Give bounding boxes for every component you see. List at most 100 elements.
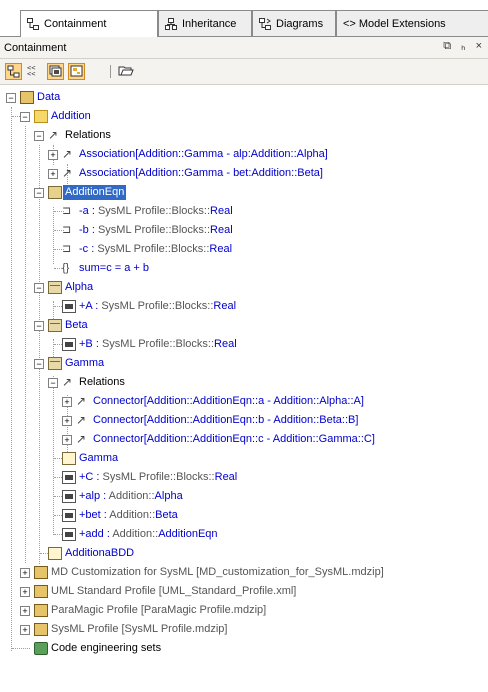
- param-name: -c :: [79, 243, 95, 255]
- expand-icon[interactable]: +: [62, 416, 72, 426]
- tree-row-code-engineering[interactable]: Code engineering sets: [0, 639, 488, 658]
- show-diagrams-button[interactable]: [68, 63, 85, 80]
- tab-model-extensions[interactable]: <> Model Extensions: [336, 10, 488, 36]
- tree-row-constraint-property[interactable]: +add : Addition::AdditionEqn: [0, 525, 488, 544]
- tab-diagrams[interactable]: Diagrams: [252, 10, 336, 36]
- tree-row-property-c[interactable]: +C : SysML Profile::Blocks::Real: [0, 468, 488, 487]
- property-type-path: Addition::: [112, 528, 159, 540]
- expand-icon[interactable]: +: [20, 587, 30, 597]
- tab-inheritance[interactable]: Inheritance: [158, 10, 252, 36]
- tree-row-connector[interactable]: + ↗ Connector[Addition::AdditionEqn::b -…: [0, 411, 488, 430]
- tree-row-beta[interactable]: − Beta: [0, 316, 488, 335]
- close-icon[interactable]: ×: [476, 40, 482, 53]
- tree-row-alpha[interactable]: − Alpha: [0, 278, 488, 297]
- tree-row-param-b[interactable]: ⊐ -b : SysML Profile::Blocks::Real: [0, 221, 488, 240]
- tree-label: Association[Addition::Gamma - alp:Additi…: [79, 148, 328, 160]
- collapse-icon[interactable]: −: [34, 188, 44, 198]
- constraint-parameter-icon: ⊐: [62, 243, 72, 255]
- param-type-path: SysML Profile::Blocks::: [97, 224, 211, 236]
- tree-row-association[interactable]: + ↗ Association[Addition::Gamma - bet:Ad…: [0, 164, 488, 183]
- diagram-icon: [62, 452, 76, 465]
- connector-icon: ↗: [76, 394, 87, 408]
- expand-all-icon: [7, 65, 20, 78]
- tree-label: Connector[Addition::AdditionEqn::a - Add…: [93, 395, 364, 407]
- expand-icon[interactable]: +: [48, 150, 58, 160]
- collapse-icon[interactable]: −: [34, 321, 44, 331]
- tree-label: Relations: [79, 376, 125, 388]
- package-icon: [20, 91, 34, 104]
- expand-all-button[interactable]: [5, 63, 22, 80]
- dots-icon: <<<<: [27, 64, 35, 78]
- tree-row-paramagic[interactable]: + ParaMagic Profile [ParaMagic Profile.m…: [0, 601, 488, 620]
- tree-label: sum=c = a + b: [79, 262, 150, 274]
- block-icon: [48, 319, 62, 332]
- collapse-icon[interactable]: −: [6, 93, 16, 103]
- tree-row-param-c[interactable]: ⊐ -c : SysML Profile::Blocks::Real: [0, 240, 488, 259]
- property-name: +C :: [79, 471, 100, 483]
- expand-icon[interactable]: +: [20, 606, 30, 616]
- containment-tree: − Data − Addition − ↗ Relations + ↗ Asso…: [0, 86, 488, 692]
- tree-row-gamma[interactable]: − Gamma: [0, 354, 488, 373]
- tree-label: Addition: [51, 110, 91, 122]
- code-engineering-icon: [34, 642, 48, 655]
- property-type-path: SysML Profile::Blocks::: [101, 338, 215, 350]
- tree-row-sysml-profile[interactable]: + SysML Profile [SysML Profile.mdzip]: [0, 620, 488, 639]
- expand-icon[interactable]: +: [62, 397, 72, 407]
- tree-row-gamma-diagram[interactable]: Gamma: [0, 449, 488, 468]
- tree-label: UML Standard Profile [UML_Standard_Profi…: [51, 585, 297, 597]
- tree-row-part-bet[interactable]: +bet : Addition::Beta: [0, 506, 488, 525]
- tree-row-relations[interactable]: − ↗ Relations: [0, 373, 488, 392]
- block-icon: [48, 357, 62, 370]
- tree-row-param-a[interactable]: ⊐ -a : SysML Profile::Blocks::Real: [0, 202, 488, 221]
- constraint-icon: {}: [62, 262, 70, 274]
- tree-label: Beta: [65, 319, 88, 331]
- tree-row-relations[interactable]: − ↗ Relations: [0, 126, 488, 145]
- tree-label: Code engineering sets: [51, 642, 162, 654]
- tree-row-uml-standard[interactable]: + UML Standard Profile [UML_Standard_Pro…: [0, 582, 488, 601]
- tree-row-association[interactable]: + ↗ Association[Addition::Gamma - alp:Ad…: [0, 145, 488, 164]
- collapse-icon[interactable]: −: [34, 131, 44, 141]
- profile-package-icon: [34, 604, 48, 617]
- value-property-icon: [62, 471, 76, 484]
- param-name: -b :: [79, 224, 95, 236]
- bdd-diagram-icon: [48, 547, 62, 560]
- collapse-icon[interactable]: −: [48, 378, 58, 388]
- expand-icon[interactable]: +: [48, 169, 58, 179]
- property-type-path: SysML Profile::Blocks::: [101, 300, 214, 312]
- tree-label: Relations: [65, 129, 111, 141]
- expand-icon[interactable]: +: [20, 625, 30, 635]
- tree-row-bdd[interactable]: AdditionaBDD: [0, 544, 488, 563]
- tree-row-constraint[interactable]: {} sum=c = a + b: [0, 259, 488, 278]
- restore-icon[interactable]: ⧉: [443, 40, 451, 53]
- panel-header: Containment ⧉ ₕ ×: [0, 37, 488, 59]
- relations-icon: ↗: [62, 375, 73, 389]
- tree-row-connector[interactable]: + ↗ Connector[Addition::AdditionEqn::a -…: [0, 392, 488, 411]
- profile-package-icon: [34, 623, 48, 636]
- show-elements-button[interactable]: [47, 63, 64, 80]
- property-name: +B :: [79, 338, 99, 350]
- tab-containment[interactable]: Containment: [20, 10, 158, 37]
- open-folder-button[interactable]: [118, 63, 135, 80]
- tree-row-data[interactable]: − Data: [0, 88, 488, 107]
- pin-icon[interactable]: ₕ: [461, 40, 465, 53]
- tree-row-md-customization[interactable]: + MD Customization for SysML [MD_customi…: [0, 563, 488, 582]
- collapse-icon[interactable]: −: [34, 283, 44, 293]
- tree-row-addition[interactable]: − Addition: [0, 107, 488, 126]
- collapse-icon[interactable]: −: [34, 359, 44, 369]
- expand-icon[interactable]: +: [62, 435, 72, 445]
- tree-row-part-alp[interactable]: +alp : Addition::Alpha: [0, 487, 488, 506]
- tree-row-addition-eqn[interactable]: − AdditionEqn: [0, 183, 488, 202]
- expand-icon[interactable]: +: [20, 568, 30, 578]
- connector-icon: ↗: [76, 432, 87, 446]
- open-folder-icon: [118, 66, 134, 76]
- tree-row-property-b[interactable]: +B : SysML Profile::Blocks::Real: [0, 335, 488, 354]
- tree-row-property-a[interactable]: +A : SysML Profile::Blocks::Real: [0, 297, 488, 316]
- tree-label: Gamma: [79, 452, 119, 464]
- folder-icon: [34, 110, 48, 123]
- collapse-icon[interactable]: −: [20, 112, 30, 122]
- param-type: Real: [209, 243, 233, 255]
- show-details-button[interactable]: << <<: [26, 63, 43, 80]
- block-icon: [48, 281, 62, 294]
- property-type-path: Addition::: [109, 509, 156, 521]
- tree-row-connector[interactable]: + ↗ Connector[Addition::AdditionEqn::c -…: [0, 430, 488, 449]
